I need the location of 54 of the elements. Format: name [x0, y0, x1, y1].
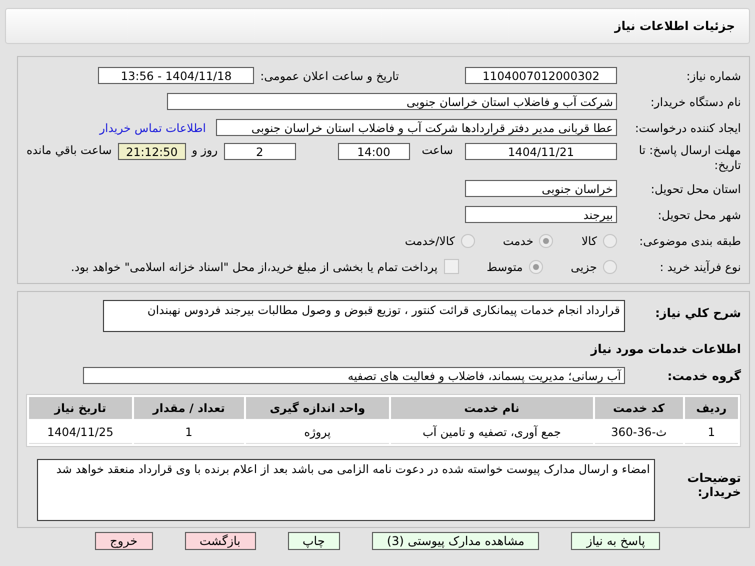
- field-label: مهلت ارسال پاسخ: تا تاریخ:: [638, 143, 741, 173]
- field-label: نام دستگاه خریدار:: [649, 94, 741, 108]
- checkbox[interactable]: [444, 259, 459, 274]
- notes-field[interactable]: امضاء و ارسال مدارک پیوست خواسته شده در دعوت نامه الزامی می باشد بعد از اعلام برنده با وی قرارداد منعقد خواهد شد: [37, 459, 655, 521]
- field-label: روز و: [192, 143, 218, 157]
- radio-button[interactable]: [603, 234, 617, 248]
- radio-button[interactable]: [603, 260, 617, 274]
- field-label: ایجاد کننده درخواست:: [634, 120, 741, 134]
- field-label: استان محل تحویل:: [650, 182, 741, 196]
- city-field[interactable]: بیرجند: [465, 206, 617, 223]
- time-field[interactable]: 14:00: [338, 143, 410, 160]
- field-label: ساعت باقي مانده: [26, 143, 112, 157]
- column-header: ردیف: [684, 397, 738, 419]
- option-label: کالا: [581, 234, 597, 248]
- field-label: نوع فرآیند خرید :: [658, 260, 741, 274]
- province-field[interactable]: خراسان جنوبی: [465, 180, 617, 197]
- option-label: متوسط: [486, 260, 523, 274]
- buyer-field[interactable]: شرکت آب و فاضلاب استان خراسان جنوبی: [167, 93, 617, 110]
- action-button[interactable]: چاپ: [288, 532, 340, 550]
- option-label: خدمت: [502, 234, 534, 248]
- option-label: جزیی: [570, 260, 597, 274]
- announce-date-field[interactable]: 1404/11/18 - 13:56: [98, 67, 254, 84]
- need-number-field[interactable]: 1104007012000302: [465, 67, 617, 84]
- radio-button[interactable]: [528, 260, 543, 274]
- field-label: شهر محل تحویل:: [656, 208, 741, 222]
- action-button[interactable]: مشاهده مدارک پیوستی (3): [372, 532, 540, 550]
- service-group-field[interactable]: آب رسانی؛ مدیریت پسماند، فاضلاب و فعالیت های تصفیه: [83, 367, 625, 384]
- radio-button[interactable]: [539, 234, 554, 248]
- option-label: کالا/خدمت: [404, 234, 455, 248]
- action-button[interactable]: بازگشت: [184, 532, 256, 550]
- action-button[interactable]: پاسخ به نیاز: [571, 532, 660, 550]
- section-title: اطلاعات خدمات مورد نیاز: [590, 342, 741, 356]
- description-field[interactable]: قرارداد انجام خدمات پیمانکاری قرائت کنتور ، توزیع قبوض و وصول مطالبات بیرجند فردوس نهبندان: [103, 300, 625, 332]
- payment-note: پرداخت تمام یا بخشی از مبلغ خرید،از محل "اسناد خزانه اسلامی" خواهد بود.: [70, 260, 438, 274]
- contact-link[interactable]: اطلاعات تماس خریدار: [99, 120, 206, 134]
- column-header: کد خدمت: [594, 397, 683, 419]
- page-title: جزئیات اطلاعات نیاز: [614, 19, 735, 33]
- days-field[interactable]: 2: [224, 143, 296, 160]
- column-header: تعداد / مقدار: [134, 397, 244, 419]
- column-header: تاریخ نیاز: [29, 397, 132, 419]
- radio-button[interactable]: [460, 234, 475, 248]
- action-button[interactable]: خروج: [94, 532, 152, 550]
- field-label: گروه خدمت:: [666, 368, 741, 382]
- field-label: طبقه بندی موضوعی:: [638, 234, 741, 248]
- date-field[interactable]: 1404/11/21: [465, 143, 617, 160]
- column-header: واحد اندازه گیری: [246, 397, 389, 419]
- remaining-time-field: 21:12:50: [118, 143, 186, 160]
- field-label: شماره نیاز:: [685, 68, 741, 82]
- field-label: تاریخ و ساعت اعلان عمومی:: [260, 68, 399, 82]
- column-header: نام خدمت: [390, 397, 593, 419]
- field-label: ساعت: [422, 143, 453, 157]
- requester-field[interactable]: عطا قربانی مدیر دفتر قراردادها شرکت آب و فاضلاب استان خراسان جنوبی: [216, 119, 617, 136]
- field-label: توضیحات خریدار:: [686, 471, 741, 499]
- field-label: شرح کلي نياز:: [654, 306, 741, 320]
